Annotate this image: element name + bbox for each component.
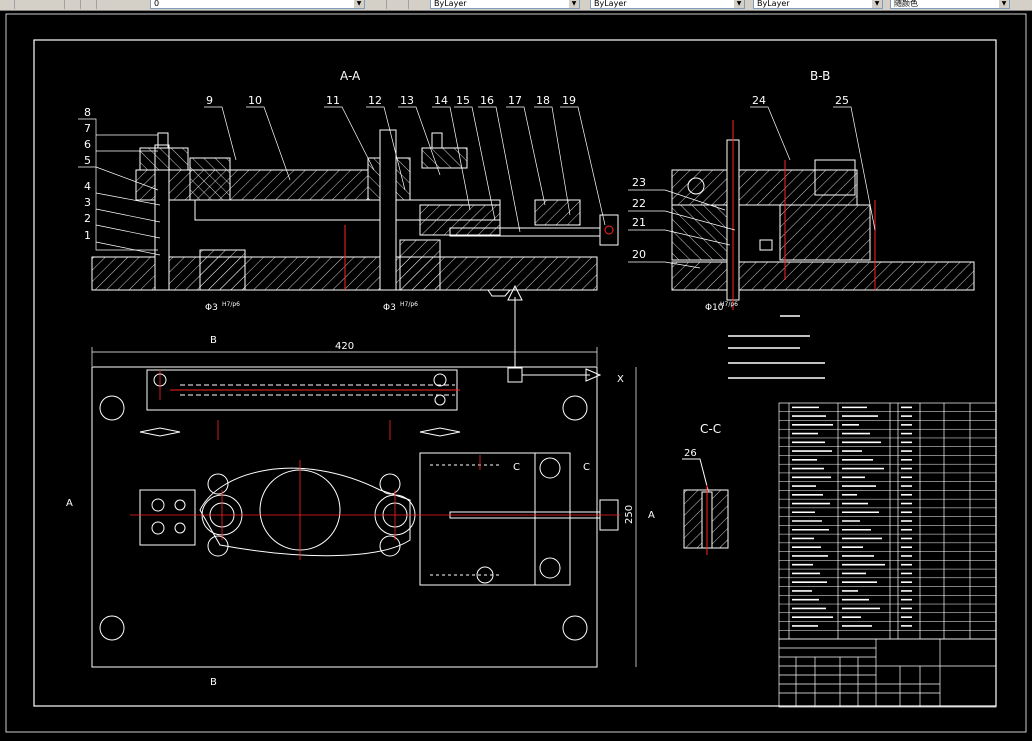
section-cc-label: C-C [700, 422, 721, 436]
linetype-value: ByLayer [594, 0, 627, 8]
dim-phi3-group: Φ3 H7/p6 Φ3 H7/p6 [205, 301, 418, 313]
dim-phi3-left: Φ3 [205, 303, 218, 313]
dim-fit-right: H7/p6 [400, 301, 418, 308]
property-toolbar: 0 ▼ ByLayer ▼ ByLayer ▼ ByLayer ▼ 随颜色 ▼ [0, 0, 1032, 11]
balloon-24: 24 [752, 94, 766, 107]
drawing-frame [33, 39, 997, 707]
section-bb-label: B-B [810, 69, 830, 83]
balloon-19: 19 [562, 94, 576, 107]
balloon-21: 21 [632, 216, 646, 229]
layer-dropdown[interactable]: 0 ▼ [150, 0, 365, 9]
marker-x: X [617, 374, 624, 385]
balloon-11: 11 [326, 94, 340, 107]
balloon-9: 9 [206, 94, 213, 107]
balloon-26: 26 [684, 448, 697, 459]
section-cc-view: C-C 26 [682, 422, 729, 555]
chevron-down-icon: ▼ [734, 0, 744, 8]
chevron-down-icon: ▼ [999, 0, 1009, 8]
section-bb-view: B-B [671, 69, 975, 310]
chevron-down-icon: ▼ [872, 0, 882, 8]
chevron-down-icon: ▼ [354, 0, 364, 8]
marker-a-right: A [648, 510, 655, 521]
title-block [778, 638, 997, 708]
balloon-25: 25 [835, 94, 849, 107]
layer-manager-icon[interactable] [0, 0, 15, 9]
layer-value: 0 [154, 0, 160, 8]
plan-centerlines [130, 370, 620, 560]
drawing-canvas[interactable]: A-A 8 7 6 5 4 3 2 1 9 10 11 12 13 14 15 … [0, 11, 1032, 737]
marker-c-left: C [513, 462, 520, 473]
chevron-down-icon: ▼ [569, 0, 579, 8]
balloon-8: 8 [84, 106, 91, 119]
marker-a-left: A [66, 498, 73, 509]
balloon-15: 15 [456, 94, 470, 107]
layer-state-icon[interactable] [50, 0, 65, 9]
balloon-4: 4 [84, 180, 91, 193]
layer-previous-icon[interactable] [394, 0, 409, 9]
balloon-23: 23 [632, 176, 646, 189]
balloon-5: 5 [84, 154, 91, 167]
lock-icon[interactable] [82, 0, 97, 9]
lineweight-dropdown[interactable]: ByLayer ▼ [753, 0, 883, 9]
color-dropdown[interactable]: ByLayer ▼ [430, 0, 580, 9]
cad-drawing: A-A 8 7 6 5 4 3 2 1 9 10 11 12 13 14 15 … [5, 13, 1027, 733]
dim-width: 420 [335, 341, 354, 352]
outer-border [5, 13, 1027, 733]
plotstyle-value: 随颜色 [894, 0, 918, 8]
color-value: ByLayer [434, 0, 467, 8]
parts-list-rows [779, 406, 996, 631]
balloon-16: 16 [480, 94, 494, 107]
balloon-17: 17 [508, 94, 522, 107]
linetype-dropdown[interactable]: ByLayer ▼ [590, 0, 745, 9]
marker-b-bottom: B [210, 677, 217, 688]
balloon-22: 22 [632, 197, 646, 210]
balloon-6: 6 [84, 138, 91, 151]
dim-fit-left: H7/p6 [222, 301, 240, 308]
section-aa-label: A-A [340, 69, 361, 83]
balloon-10: 10 [248, 94, 262, 107]
plotstyle-dropdown[interactable]: 随颜色 ▼ [890, 0, 1010, 9]
balloon-7: 7 [84, 122, 91, 135]
dim-fit-bb: H7/p6 [720, 301, 738, 308]
balloon-18: 18 [536, 94, 550, 107]
marker-b-top: B [210, 335, 217, 346]
lineweight-value: ByLayer [757, 0, 790, 8]
balloon-2: 2 [84, 212, 91, 225]
plan-view [91, 284, 637, 668]
dim-height: 250 [624, 505, 635, 524]
balloon-12: 12 [368, 94, 382, 107]
balloon-13: 13 [400, 94, 414, 107]
balloon-20: 20 [632, 248, 646, 261]
marker-c-right: C [583, 462, 590, 473]
balloon-3: 3 [84, 196, 91, 209]
dim-phi3-right: Φ3 [383, 303, 396, 313]
balloon-1: 1 [84, 229, 91, 242]
sun-icon[interactable] [66, 0, 81, 9]
technical-notes [728, 315, 825, 379]
balloon-14: 14 [434, 94, 448, 107]
make-current-icon[interactable] [372, 0, 387, 9]
